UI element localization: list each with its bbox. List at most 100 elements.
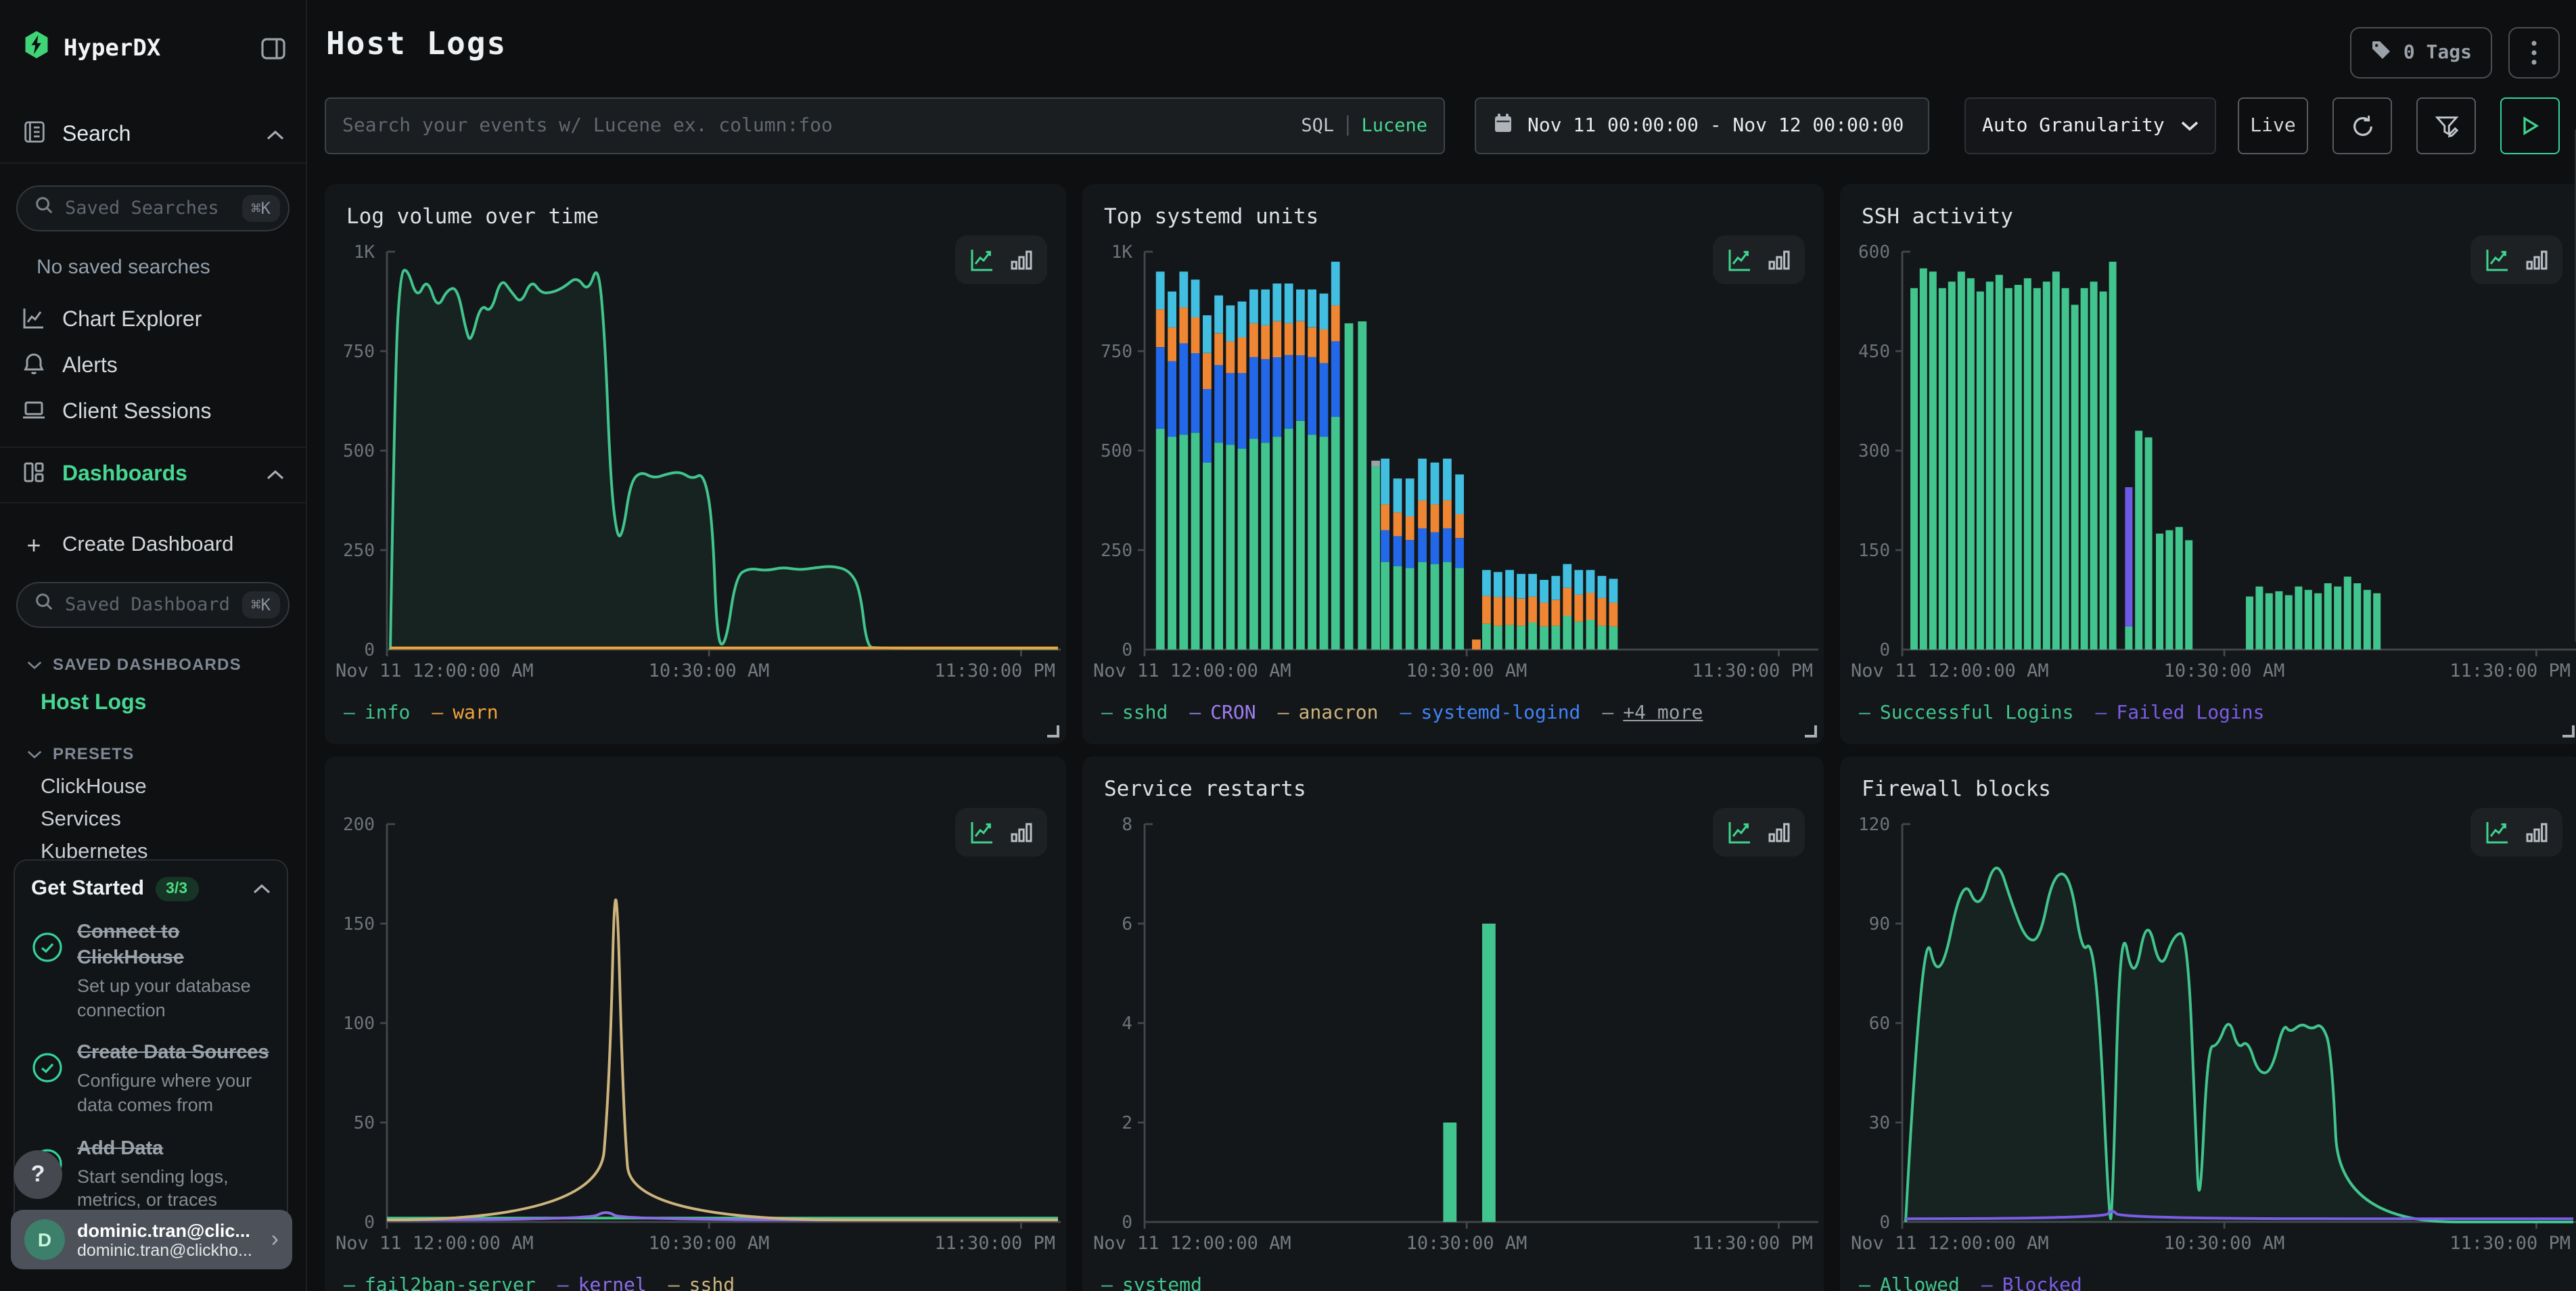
bar-chart-icon[interactable] (1009, 248, 1034, 272)
chart-plot[interactable]: 200150100500 (325, 811, 1066, 1233)
line-chart-icon[interactable] (969, 819, 996, 846)
line-chart-icon[interactable] (1726, 819, 1753, 846)
legend-item[interactable]: —fail2ban-server (344, 1275, 536, 1291)
sidebar-item-alerts[interactable]: Alerts (0, 344, 306, 390)
bar-chart-icon[interactable] (2525, 248, 2549, 272)
legend-label: systemd (1122, 1275, 1202, 1291)
legend-item[interactable]: —systemd (1101, 1275, 1202, 1291)
presets-section-header[interactable]: PRESETS (27, 744, 306, 763)
chart-title: Top systemd units (1104, 204, 1805, 229)
line-chart-icon[interactable] (2484, 819, 2511, 846)
panel-resize-handle[interactable] (1805, 725, 1817, 738)
sql-mode-toggle[interactable]: SQL (1301, 115, 1334, 137)
hyperdx-logo-icon (22, 30, 51, 66)
sidebar-item-clickhouse[interactable]: ClickHouse (0, 771, 306, 804)
legend-swatch: — (1278, 702, 1289, 724)
sidebar-item-host-logs[interactable]: Host Logs (0, 685, 306, 723)
chart-plot[interactable]: 1K7505002500 (325, 238, 1066, 660)
lucene-mode-toggle[interactable]: Lucene (1361, 115, 1427, 137)
line-chart-icon[interactable] (1726, 246, 1753, 273)
sidebar-item-dashboards[interactable]: Dashboards (0, 447, 306, 503)
sidebar-item-search[interactable]: Search (0, 107, 306, 164)
check-circle-icon (31, 920, 64, 1022)
legend-item[interactable]: —kernel (557, 1275, 647, 1291)
user-email: dominic.tran@clickho... (77, 1240, 259, 1259)
y-axis-tick: 150 (343, 914, 375, 934)
granularity-select[interactable]: Auto Granularity (1964, 97, 2216, 154)
chart-plot[interactable]: 6004503001500 (1840, 238, 2576, 660)
chart-plot[interactable]: 1K7505002500 (1082, 238, 1824, 660)
x-axis-label: Nov 11 12:00:00 AM (336, 660, 534, 682)
line-chart-icon[interactable] (2484, 246, 2511, 273)
panel-menu-button[interactable] (2508, 27, 2560, 78)
refresh-button[interactable] (2332, 97, 2392, 154)
bar-chart-icon[interactable] (1767, 820, 1791, 844)
chart-plot[interactable]: 1209060300 (1840, 811, 2576, 1233)
panel-resize-handle[interactable] (1047, 725, 1059, 738)
y-axis-tick: 120 (1858, 815, 1890, 835)
get-started-step-add-data[interactable]: Add Data Start sending logs, metrics, or… (31, 1137, 271, 1213)
get-started-step-connect[interactable]: Connect to ClickHouse Set up your databa… (31, 920, 271, 1022)
page-title: Host Logs (325, 27, 2351, 62)
y-axis-tick: 8 (1122, 815, 1132, 835)
legend-label: fail2ban-server (365, 1275, 536, 1291)
legend-item[interactable]: —sshd (668, 1275, 735, 1291)
search-icon (34, 591, 54, 618)
legend-item[interactable]: —info (344, 702, 410, 724)
legend-item[interactable]: —+4 more (1602, 702, 1703, 724)
event-search-box[interactable]: SQL | Lucene (325, 97, 1445, 154)
bar-chart-icon[interactable] (2525, 820, 2549, 844)
hyperdx-app: HyperDX Search ⌘K No saved searches Char… (0, 0, 2576, 1291)
chart-explorer-icon (22, 305, 46, 336)
legend-item[interactable]: —Successful Logins (1859, 702, 2073, 724)
get-started-progress-badge: 3/3 (155, 877, 198, 901)
chevron-up-icon[interactable] (253, 877, 271, 901)
saved-searches-searchbox[interactable]: ⌘K (16, 185, 290, 231)
y-axis-tick: 500 (343, 441, 375, 461)
sidebar-item-services[interactable]: Services (0, 804, 306, 836)
bell-icon (22, 351, 46, 382)
get-started-step-sources[interactable]: Create Data Sources Configure where your… (31, 1041, 271, 1118)
sidebar-item-chart-explorer[interactable]: Chart Explorer (0, 298, 306, 344)
help-button[interactable]: ? (14, 1150, 62, 1199)
sidebar-collapse-icon[interactable] (260, 35, 287, 62)
saved-dashboards-searchbox[interactable]: ⌘K (16, 582, 290, 628)
chart-plot[interactable]: 86420 (1082, 811, 1824, 1233)
bar-chart-icon[interactable] (1767, 248, 1791, 272)
legend-swatch: — (432, 702, 443, 724)
chart-title: Service restarts (1104, 777, 1805, 801)
create-dashboard-button[interactable]: + Create Dashboard (0, 522, 306, 568)
legend-item[interactable]: —Failed Logins (2095, 702, 2264, 724)
x-axis-label: 11:30:00 PM (934, 660, 1055, 682)
panel-resize-handle[interactable] (2562, 725, 2575, 738)
legend-item[interactable]: —sshd (1101, 702, 1168, 724)
run-query-button[interactable] (2500, 97, 2560, 154)
y-axis-tick: 0 (1122, 640, 1132, 660)
chart-legend: —sshd —CRON —anacron —systemd-logind —+4 mor… (1082, 690, 1824, 724)
event-search-input[interactable] (342, 115, 1301, 137)
user-menu[interactable]: D dominic.tran@clic... dominic.tran@clic… (11, 1210, 292, 1269)
legend-item[interactable]: —systemd-logind (1400, 702, 1581, 724)
chevron-down-icon (27, 655, 42, 674)
tags-button[interactable]: 0 Tags (2351, 27, 2492, 78)
saved-dashboards-input[interactable] (65, 594, 231, 616)
legend-item[interactable]: —Blocked (1981, 1275, 2082, 1291)
sidebar-item-client-sessions[interactable]: Client Sessions (0, 390, 306, 436)
line-chart-icon[interactable] (969, 246, 996, 273)
legend-item[interactable]: —CRON (1189, 702, 1256, 724)
saved-dashboards-section-header[interactable]: SAVED DASHBOARDS (27, 655, 306, 674)
y-axis-tick: 100 (343, 1014, 375, 1034)
filter-button[interactable] (2416, 97, 2476, 154)
live-button[interactable]: Live (2238, 97, 2308, 154)
time-range-picker[interactable]: Nov 11 00:00:00 - Nov 12 00:00:00 (1475, 97, 1929, 154)
legend-item[interactable]: —anacron (1278, 702, 1379, 724)
bar-chart-icon[interactable] (1009, 820, 1034, 844)
legend-swatch: — (1981, 1275, 1993, 1291)
legend-item[interactable]: —warn (432, 702, 498, 724)
create-dashboard-label: Create Dashboard (62, 533, 233, 558)
chart-legend: —fail2ban-server —kernel —sshd (325, 1263, 1066, 1291)
legend-swatch: — (1859, 1275, 1870, 1291)
legend-item[interactable]: —Allowed (1859, 1275, 1960, 1291)
chart-type-toggle (2470, 808, 2562, 857)
saved-searches-input[interactable] (65, 198, 231, 219)
